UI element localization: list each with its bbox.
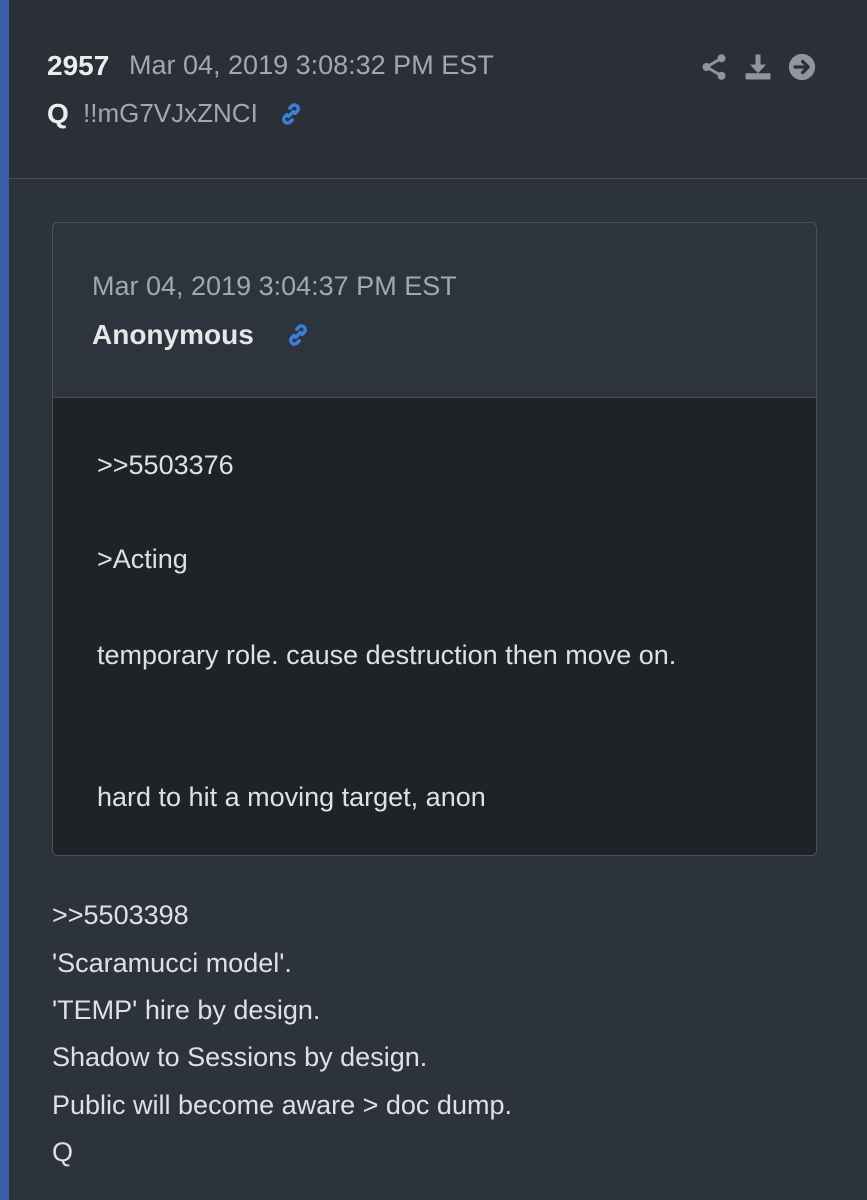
post-body-line: 'Scaramucci model'. [52, 948, 292, 978]
post-body-line: 'TEMP' hire by design. [52, 995, 321, 1025]
link-icon[interactable] [277, 100, 305, 128]
quoted-post-line: hard to hit a moving target, anon [97, 782, 486, 812]
quoted-post-author: Anonymous [92, 319, 254, 350]
post-body-line: Q [52, 1137, 74, 1167]
link-icon[interactable] [284, 321, 312, 349]
post-tripcode: !!mG7VJxZNCI [83, 98, 258, 128]
share-icon[interactable] [699, 52, 729, 82]
post-header: 2957 Mar 04, 2019 3:08:32 PM EST Q !!mG7… [9, 0, 867, 179]
quoted-post-header: Mar 04, 2019 3:04:37 PM EST Anonymous [53, 223, 816, 398]
quoted-post-timestamp: Mar 04, 2019 3:04:37 PM EST [92, 271, 457, 301]
quoted-post: Mar 04, 2019 3:04:37 PM EST Anonymous >>… [52, 222, 817, 856]
post-body-line[interactable]: >>5503398 [52, 900, 189, 931]
post-actions [699, 52, 817, 82]
post-body-line: Shadow to Sessions by design. [52, 1042, 428, 1072]
quoted-post-line[interactable]: >>5503376 [97, 450, 234, 481]
post-author: Q [47, 98, 69, 129]
quoted-post-line: >Acting [97, 544, 188, 574]
post-body-line: Public will become aware > doc dump. [52, 1090, 512, 1120]
arrow-right-circle-icon[interactable] [787, 52, 817, 82]
download-icon[interactable] [743, 52, 773, 82]
quoted-post-body: >>5503376 >Acting temporary role. cause … [53, 398, 816, 855]
post-timestamp: Mar 04, 2019 3:08:32 PM EST [129, 50, 494, 80]
post-accent-bar [0, 0, 9, 1200]
quoted-post-line: temporary role. cause destruction then m… [97, 640, 677, 670]
post-number[interactable]: 2957 [47, 50, 109, 82]
